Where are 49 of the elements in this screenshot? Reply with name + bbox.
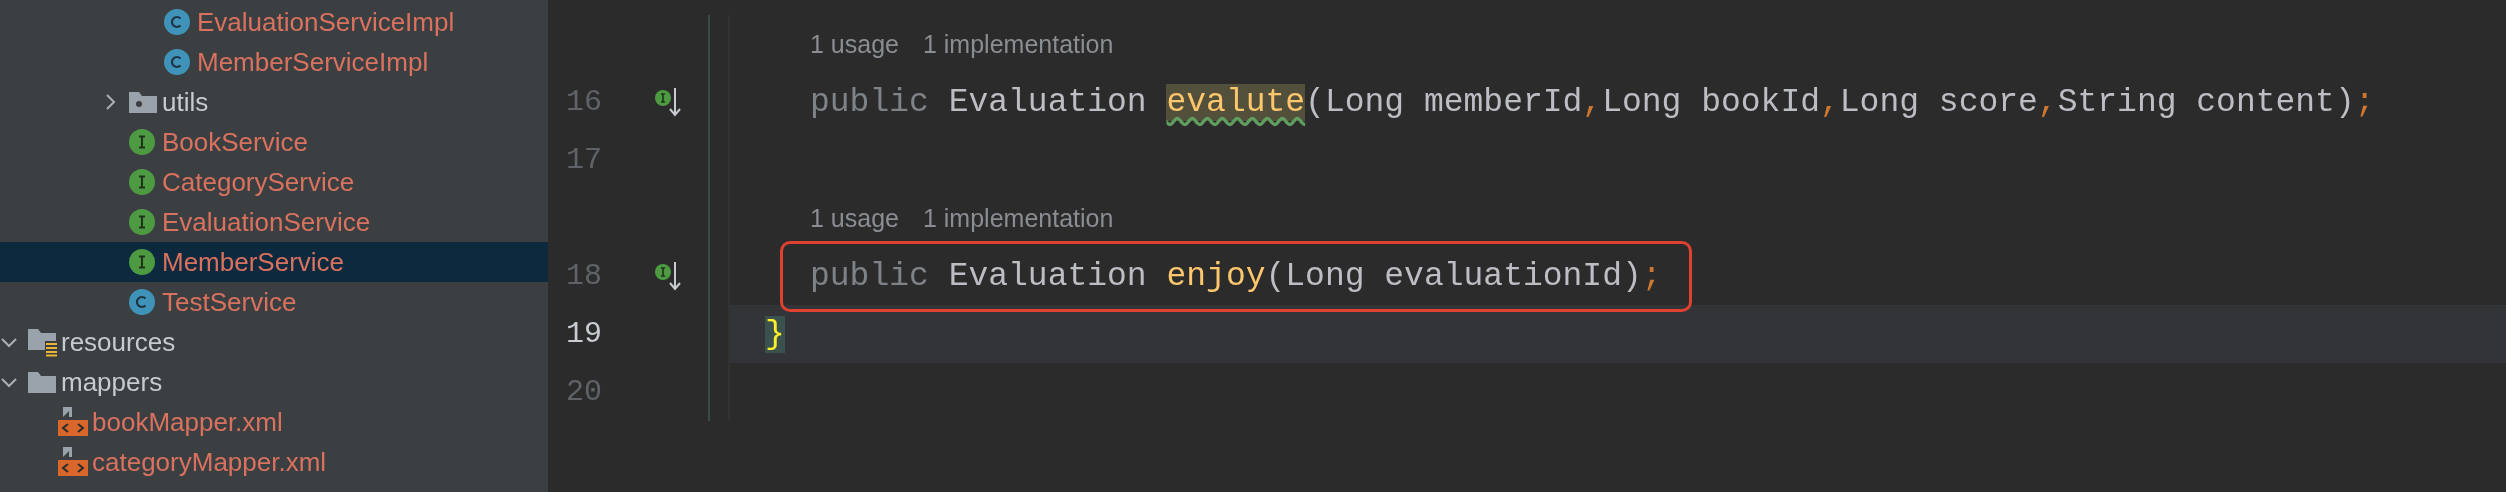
item-label: bookMapper.xml: [92, 406, 283, 438]
interface-icon: [128, 128, 156, 156]
tree-item[interactable]: EvaluationService: [0, 202, 548, 242]
item-label: resources: [61, 326, 176, 358]
usage-hint[interactable]: 1 implementation: [922, 29, 1114, 59]
tree-item[interactable]: TestService: [0, 282, 548, 322]
item-label: EvaluationServiceImpl: [197, 6, 455, 38]
code-line: public Evaluation evalute(Long memberId,Long bookId,Long score,String content);: [810, 83, 2375, 121]
interface-icon: [128, 168, 156, 196]
code-line: public Evaluation enjoy(Long evaluationId);: [810, 257, 1662, 295]
tree-item[interactable]: utils: [0, 82, 548, 122]
item-label: mappers: [61, 366, 163, 398]
tree-item[interactable]: BookService: [0, 122, 548, 162]
tree-item[interactable]: mappers: [0, 362, 548, 402]
folder-icon: [27, 370, 57, 394]
tree-item[interactable]: EvaluationServiceImpl: [0, 2, 548, 42]
item-label: categoryMapper.xml: [92, 446, 327, 478]
usage-hint[interactable]: 1 usage: [810, 203, 899, 233]
line-number: 19: [565, 317, 602, 351]
usage-hint[interactable]: 1 usage: [810, 29, 899, 59]
class-icon: [163, 48, 191, 76]
item-label: EvaluationService: [162, 206, 371, 238]
xml-file-icon: [58, 446, 88, 478]
interface-icon: [128, 208, 156, 236]
line-number: 17: [565, 143, 602, 177]
implemented-marker-icon[interactable]: [654, 260, 682, 292]
item-label: CategoryService: [162, 166, 355, 198]
implemented-marker-icon[interactable]: [654, 86, 682, 118]
interface-icon: [128, 248, 156, 276]
item-label: utils: [162, 86, 209, 118]
line-number: 18: [565, 259, 602, 293]
usage-hint[interactable]: 1 implementation: [922, 203, 1114, 233]
line-number: 20: [565, 375, 602, 409]
class-icon: [128, 288, 156, 316]
tree-item[interactable]: MemberService: [0, 242, 548, 282]
item-label: TestService: [162, 286, 297, 318]
line-number: 16: [565, 85, 602, 119]
tree-item[interactable]: CategoryService: [0, 162, 548, 202]
item-label: BookService: [162, 126, 308, 158]
resources-folder-icon: [27, 327, 59, 357]
tree-item[interactable]: categoryMapper.xml: [0, 442, 548, 482]
xml-file-icon: [58, 406, 88, 438]
item-label: MemberService: [162, 246, 345, 278]
class-icon: [163, 8, 191, 36]
package-folder-icon: [128, 90, 158, 114]
tree-item[interactable]: resources: [0, 322, 548, 362]
tree-item[interactable]: MemberServiceImpl: [0, 42, 548, 82]
tree-item[interactable]: bookMapper.xml: [0, 402, 548, 442]
item-label: MemberServiceImpl: [197, 46, 429, 78]
